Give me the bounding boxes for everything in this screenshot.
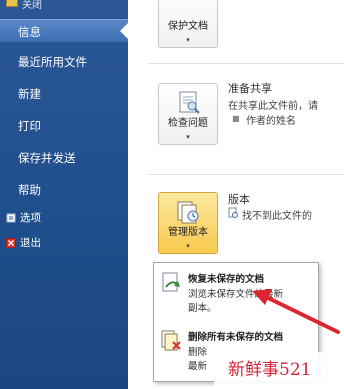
watermark: 新鲜事521 (214, 352, 344, 389)
nav-item-exit[interactable]: 退出 (0, 231, 128, 255)
nav-item-label: 帮助 (18, 183, 41, 197)
protect-document-button[interactable]: 保护文档 ▾ (158, 0, 218, 48)
recover-document-icon (162, 272, 180, 292)
backstage-nav: 关闭 信息 最近所用文件 新建 打印 保存并发送 帮助 选项 退出 (0, 0, 129, 389)
nav-item-save-send[interactable]: 保存并发送 (0, 146, 128, 170)
nav-item-label: 信息 (18, 25, 41, 39)
menu-item-recover-unsaved[interactable]: 恢复未保存的文档 浏览未保存文件的最新 副本。 (154, 265, 318, 319)
nav-item-close-partial[interactable]: 关闭 (22, 0, 42, 11)
chevron-down-icon: ▾ (186, 133, 190, 141)
recover-unsaved-desc-2: 副本。 (188, 303, 217, 314)
manage-versions-icon (177, 201, 199, 224)
section-divider (148, 63, 344, 64)
section-divider (148, 174, 344, 175)
delete-unsaved-desc: 删除 (188, 347, 208, 358)
manage-versions-label: 管理版本 (168, 227, 208, 238)
check-issues-button[interactable]: 检查问题 ▾ (158, 83, 218, 145)
inspect-document-icon (179, 91, 200, 114)
nav-item-help[interactable]: 帮助 (0, 178, 128, 202)
nav-item-print[interactable]: 打印 (0, 114, 128, 138)
prepare-sharing-bullet: 作者的姓名 (246, 116, 296, 127)
manage-versions-button[interactable]: 管理版本 ▾ (158, 192, 218, 254)
nav-item-options[interactable]: 选项 (0, 206, 128, 230)
delete-unsaved-title: 删除所有未保存的文档 (188, 332, 284, 343)
prepare-sharing-desc: 在共享此文件前，请 (228, 101, 318, 112)
nav-item-label: 选项 (20, 212, 41, 224)
check-issues-label: 检查问题 (168, 118, 208, 129)
close-icon (6, 0, 18, 7)
recover-unsaved-desc: 浏览未保存文件的最新 (188, 289, 284, 300)
delete-documents-icon (161, 330, 181, 351)
nav-item-label: 保存并发送 (18, 151, 76, 165)
nav-item-label: 新建 (18, 87, 41, 101)
delete-unsaved-desc-2: 最新 (188, 361, 208, 372)
chevron-down-icon: ▾ (186, 242, 190, 250)
bullet-icon: ■ (232, 114, 240, 123)
prepare-sharing-title: 准备共享 (228, 82, 272, 95)
nav-item-info[interactable]: 信息 (0, 19, 129, 43)
nav-item-new[interactable]: 新建 (0, 82, 128, 106)
exit-icon (6, 238, 16, 248)
protect-document-label: 保护文档 (168, 21, 208, 32)
nav-item-label: 最近所用文件 (18, 55, 87, 69)
versions-title: 版本 (228, 193, 250, 206)
version-doc-icon (228, 207, 238, 218)
chevron-down-icon: ▾ (186, 36, 190, 44)
recover-unsaved-title: 恢复未保存的文档 (188, 274, 265, 285)
nav-item-label: 退出 (20, 237, 41, 249)
versions-desc: 找不到此文件的 (242, 211, 312, 222)
nav-item-recent[interactable]: 最近所用文件 (0, 50, 128, 74)
nav-item-label: 打印 (18, 119, 41, 133)
options-icon (6, 213, 16, 223)
